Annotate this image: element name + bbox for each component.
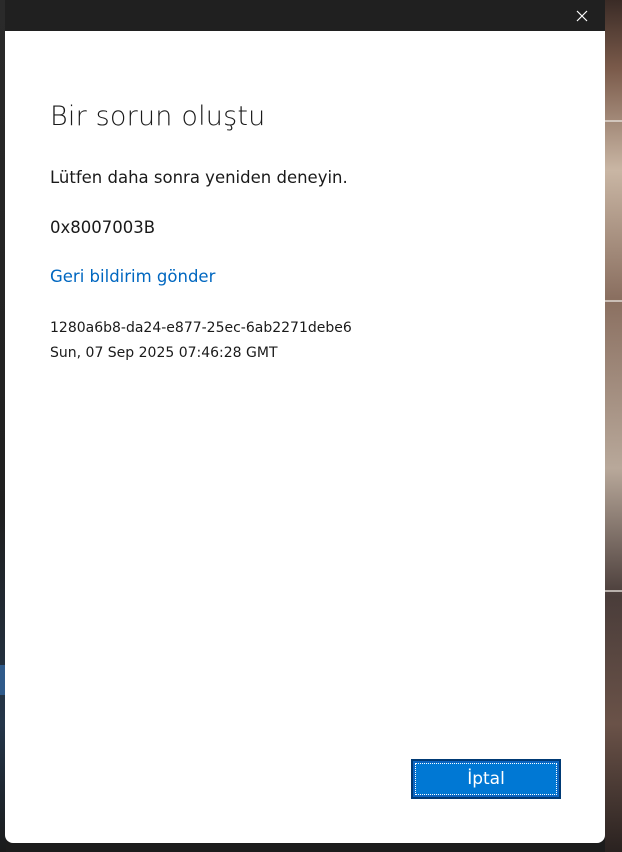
error-code: 0x8007003B (50, 218, 156, 237)
background-strip (605, 300, 622, 302)
dialog-title: Bir sorun oluştu (50, 101, 266, 132)
background-strip (605, 120, 622, 122)
close-button[interactable] (559, 0, 605, 31)
correlation-id: 1280a6b8-da24-e877-25ec-6ab2271debe6 (50, 320, 352, 336)
error-dialog: Bir sorun oluştu Lütfen daha sonra yenid… (5, 31, 605, 843)
dialog-titlebar (5, 0, 605, 31)
cancel-button[interactable]: İptal (411, 759, 561, 799)
cancel-button-label: İptal (467, 769, 505, 789)
error-timestamp: Sun, 07 Sep 2025 07:46:28 GMT (50, 345, 278, 361)
background-strip (605, 590, 622, 592)
close-icon (576, 10, 588, 22)
send-feedback-link[interactable]: Geri bildirim gönder (50, 267, 215, 286)
error-message: Lütfen daha sonra yeniden deneyin. (50, 168, 348, 187)
background-app-right (605, 0, 622, 852)
